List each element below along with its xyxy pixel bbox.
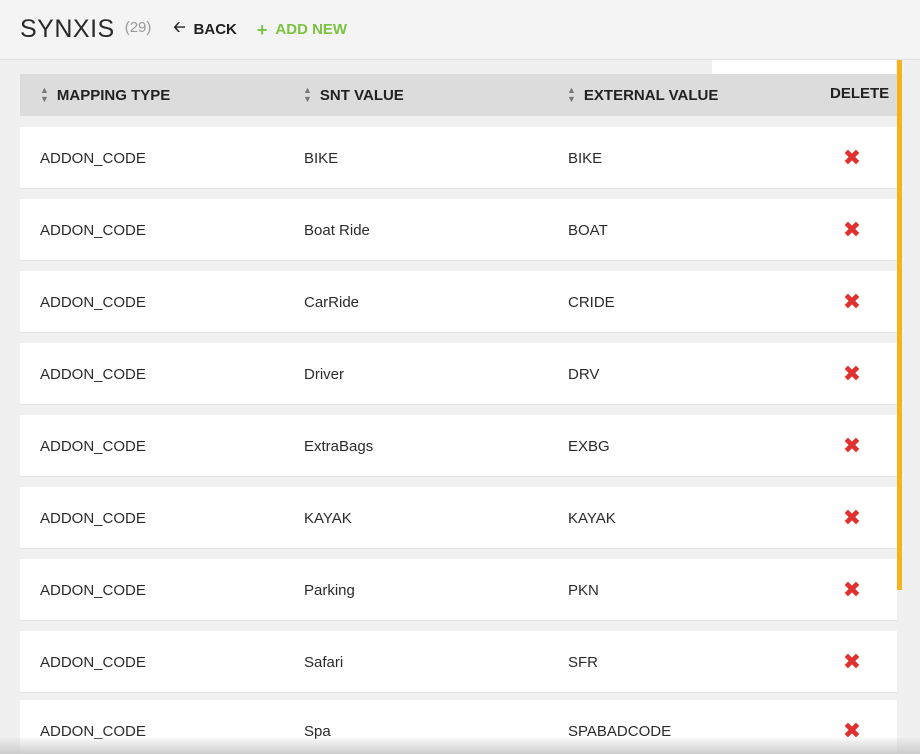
column-label: SNT VALUE [319,86,404,104]
external-value-cell: SFR [568,653,598,671]
arrow-left-icon: 🡠 [173,19,186,36]
snt-value-cell: CarRide [304,293,360,311]
delete-icon[interactable]: ✖ [840,343,864,405]
mapping-type-cell: ADDON_CODE [40,653,146,671]
page-title: SYNXIS [20,15,115,43]
back-button[interactable]: 🡠 BACK [173,17,237,42]
page-header: SYNXIS (29) 🡠 BACK + ADD NEW [0,0,920,60]
external-value-cell: BIKE [568,149,603,167]
delete-icon[interactable]: ✖ [840,199,864,261]
column-header-external-value[interactable]: ▲ ▼ EXTERNAL VALUE [567,74,718,116]
mapping-type-cell: ADDON_CODE [40,149,146,167]
column-header-mapping-type[interactable]: ▲ ▼ MAPPING TYPE [40,74,170,116]
mapping-type-cell: ADDON_CODE [40,365,146,383]
column-label: MAPPING TYPE [56,86,171,104]
external-value-cell: DRV [568,365,600,383]
table-row: ADDON_CODE KAYAK KAYAK ✖ [20,487,897,549]
column-header-delete: DELETE [830,72,889,114]
table-row: ADDON_CODE Safari SFR ✖ [20,631,897,693]
snt-value-cell: Parking [304,581,355,599]
table-row: ADDON_CODE CarRide CRIDE ✖ [20,271,897,333]
snt-value-cell: BIKE [304,149,339,167]
snt-value-cell: Boat Ride [304,221,370,239]
external-value-cell: CRIDE [568,293,615,311]
mapping-type-cell: ADDON_CODE [40,293,146,311]
external-value-cell: PKN [568,581,599,599]
delete-icon[interactable]: ✖ [840,415,864,477]
mapping-type-cell: ADDON_CODE [40,509,146,527]
delete-icon[interactable]: ✖ [840,631,864,693]
sort-icon: ▲ ▼ [40,85,49,104]
record-count: (29) [124,19,152,36]
bottom-fade [0,738,920,754]
column-label: EXTERNAL VALUE [583,86,719,104]
column-header-snt-value[interactable]: ▲ ▼ SNT VALUE [303,74,404,116]
delete-icon[interactable]: ✖ [840,487,864,549]
delete-icon[interactable]: ✖ [840,559,864,621]
sort-icon: ▲ ▼ [567,85,576,104]
delete-icon[interactable]: ✖ [840,271,864,333]
sort-icon: ▲ ▼ [303,85,312,104]
table-row: ADDON_CODE Parking PKN ✖ [20,559,897,621]
table-row: ADDON_CODE Driver DRV ✖ [20,343,897,405]
plus-icon: + [256,19,268,40]
add-new-button[interactable]: + ADD NEW [257,21,347,39]
snt-value-cell: KAYAK [304,509,352,527]
mapping-type-cell: ADDON_CODE [40,221,146,239]
back-label: BACK [193,21,237,38]
add-new-label: ADD NEW [275,21,348,38]
snt-value-cell: Safari [304,653,344,671]
table-row: ADDON_CODE BIKE BIKE ✖ [20,127,897,189]
snt-value-cell: ExtraBags [304,437,374,455]
external-value-cell: BOAT [568,221,608,239]
table-row: ADDON_CODE Boat Ride BOAT ✖ [20,199,897,261]
external-value-cell: KAYAK [568,509,616,527]
mapping-type-cell: ADDON_CODE [40,581,146,599]
table-row: ADDON_CODE ExtraBags EXBG ✖ [20,415,897,477]
external-value-cell: EXBG [568,437,610,455]
column-label: DELETE [830,84,890,102]
scrollbar[interactable] [897,60,902,590]
snt-value-cell: Driver [304,365,344,383]
delete-icon[interactable]: ✖ [840,127,864,189]
table-header: ▲ ▼ MAPPING TYPE ▲ ▼ SNT VALUE ▲ ▼ EXTERNAL… [20,74,897,116]
mapping-type-cell: ADDON_CODE [40,437,146,455]
